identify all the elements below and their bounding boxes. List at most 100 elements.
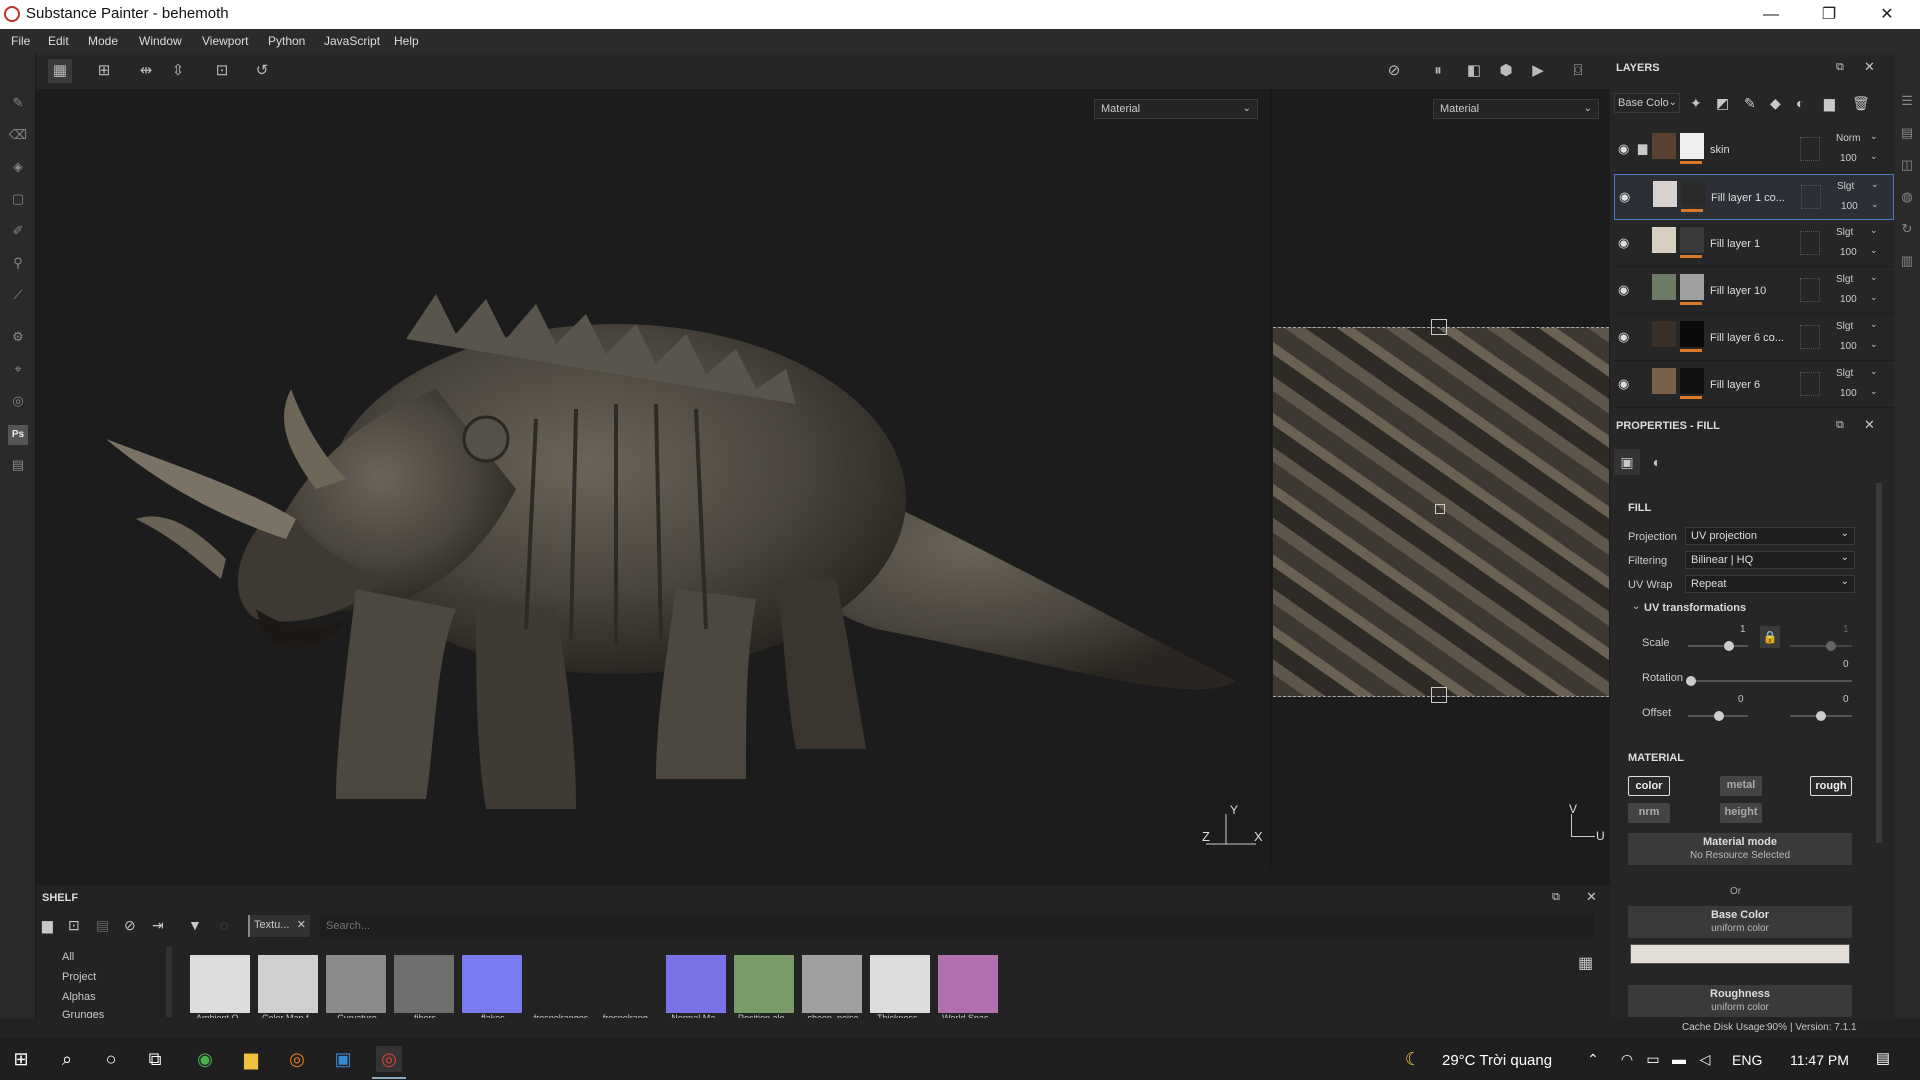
layer-color-thumbnail[interactable]	[1652, 321, 1676, 347]
layer-row[interactable]: ◉ ▆ skin Norm ⌄ 100 ⌄	[1614, 127, 1894, 173]
smudge-icon[interactable]: ✐	[8, 223, 28, 243]
layer-mask-thumbnail[interactable]	[1680, 227, 1704, 253]
layer-blend-mode[interactable]: Slgt	[1836, 227, 1853, 238]
layer-color-thumbnail[interactable]	[1652, 274, 1676, 300]
channel-height-toggle[interactable]: height	[1720, 803, 1762, 823]
battery-icon[interactable]: ▬	[1666, 1046, 1692, 1072]
layer-mask-thumbnail[interactable]	[1680, 321, 1704, 347]
viewport-2d[interactable]: Material ⌄ V U	[1270, 89, 1610, 869]
blend-chevron-icon[interactable]: ⌄	[1870, 319, 1878, 330]
search-icon[interactable]: ⌕	[54, 1046, 80, 1072]
log-dock-icon[interactable]: ▥	[1897, 253, 1917, 273]
blend-chevron-icon[interactable]: ⌄	[1870, 366, 1878, 377]
layer-opacity[interactable]: 100	[1841, 201, 1858, 212]
uvwrap-select[interactable]: Repeat ⌄	[1685, 575, 1855, 593]
layer-name[interactable]: skin	[1710, 144, 1730, 156]
projection-select[interactable]: UV projection ⌄	[1685, 527, 1855, 545]
offset-slider-1[interactable]	[1688, 711, 1748, 721]
rotation-slider[interactable]	[1686, 676, 1852, 686]
layer-blend-mode[interactable]: Slgt	[1837, 181, 1854, 192]
symmetry-icon[interactable]: ⇹	[134, 59, 158, 83]
opacity-chevron-icon[interactable]: ⌄	[1870, 151, 1878, 162]
task-view-icon[interactable]: ⧉	[142, 1046, 168, 1072]
opacity-chevron-icon[interactable]: ⌄	[1871, 199, 1879, 210]
category-alphas[interactable]: Alphas	[62, 991, 96, 1003]
shelf-close-icon[interactable]: ✕	[1586, 889, 1597, 905]
properties-float-icon[interactable]: ⧉	[1836, 419, 1844, 432]
shelf-item[interactable]: fresnelranges	[528, 955, 592, 1018]
blender-icon[interactable]: ◎	[284, 1046, 310, 1072]
eraser-icon[interactable]: ⌫	[8, 127, 28, 147]
shelf-item[interactable]: Ambient O...	[188, 955, 252, 1018]
visibility-eye-icon[interactable]: ◉	[1619, 189, 1630, 205]
grid-view-icon[interactable]: ▦	[1578, 953, 1593, 973]
menu-viewport[interactable]: Viewport	[202, 34, 248, 48]
filtering-select[interactable]: Bilinear | HQ ⌄	[1685, 551, 1855, 569]
layers-dock-icon[interactable]: ☰	[1897, 93, 1917, 113]
offset-slider-1-knob[interactable]	[1714, 711, 1724, 721]
photoshop-export-icon[interactable]: Ps	[8, 425, 28, 445]
weather-moon-icon[interactable]: ☾	[1400, 1046, 1426, 1072]
chrome-icon[interactable]: ◉	[192, 1046, 218, 1072]
save-icon[interactable]: ▤	[96, 917, 109, 934]
layer-mask-slot[interactable]	[1800, 231, 1820, 255]
substance-painter-task-icon[interactable]: ◎	[376, 1046, 402, 1072]
viewport-3d[interactable]: Material ⌄ Y X Z	[36, 89, 1270, 869]
layer-mask-thumbnail[interactable]	[1680, 274, 1704, 300]
language-indicator[interactable]: ENG	[1732, 1052, 1762, 1068]
material-mode-slot[interactable]: Material mode No Resource Selected	[1628, 833, 1852, 865]
filter-tag[interactable]: Textu... ✕	[248, 915, 310, 937]
layer-blend-mode[interactable]: Norm	[1836, 133, 1860, 144]
close-window-button[interactable]: ✕	[1864, 0, 1910, 29]
frame-icon[interactable]: ⊡	[210, 59, 234, 83]
channel-nrm-toggle[interactable]: nrm	[1628, 803, 1670, 823]
symmetry-vertical-icon[interactable]: ⇳	[166, 59, 190, 83]
menu-help[interactable]: Help	[394, 34, 419, 48]
camera-icon[interactable]: ▶	[1526, 59, 1550, 83]
layer-opacity[interactable]: 100	[1840, 294, 1857, 305]
shelf-item[interactable]: Curvature	[324, 955, 388, 1018]
layer-mask-slot[interactable]	[1800, 325, 1820, 349]
screenshot-icon[interactable]: ⌼	[1566, 59, 1590, 83]
layer-mask-slot[interactable]	[1800, 137, 1820, 161]
filter-tag-close-icon[interactable]: ✕	[297, 918, 306, 931]
cortana-icon[interactable]: ○	[98, 1046, 124, 1072]
import-icon[interactable]: ⇥	[152, 917, 164, 934]
texture-set-dock-icon[interactable]: ▤	[1897, 125, 1917, 145]
layer-mask-thumbnail[interactable]	[1681, 181, 1705, 207]
layer-color-thumbnail[interactable]	[1652, 368, 1676, 394]
menu-python[interactable]: Python	[268, 34, 305, 48]
layer-color-thumbnail[interactable]	[1653, 181, 1677, 207]
base-color-slot[interactable]: Base Color uniform color	[1628, 906, 1852, 938]
history-icon[interactable]: ↺	[250, 59, 274, 83]
channel-rough-toggle[interactable]: rough	[1810, 776, 1852, 796]
properties-tab-fill[interactable]: ▣	[1614, 449, 1640, 475]
layer-opacity[interactable]: 100	[1840, 341, 1857, 352]
layer-mask-thumbnail[interactable]	[1680, 133, 1704, 159]
channel-metal-toggle[interactable]: metal	[1720, 776, 1762, 796]
scale-slider-1[interactable]	[1688, 641, 1748, 651]
color-picker-icon[interactable]: ⟋	[8, 287, 28, 307]
tray-chevron-icon[interactable]: ⌃	[1580, 1046, 1606, 1072]
file-explorer-icon[interactable]: ▆	[238, 1046, 264, 1072]
filter-icon[interactable]: ▼	[188, 917, 202, 933]
scale-lock-icon[interactable]: 🔒	[1760, 626, 1780, 648]
cube-icon[interactable]: ⬢	[1494, 59, 1518, 83]
pause-icon[interactable]: ⏸	[1426, 59, 1450, 83]
visibility-eye-icon[interactable]: ◉	[1618, 329, 1629, 345]
shelf-item[interactable]: fibers	[392, 955, 456, 1018]
windows-start-icon[interactable]: ⊞	[8, 1046, 34, 1072]
channel-color-toggle[interactable]: color	[1628, 776, 1670, 796]
shader-dock-icon[interactable]: ◍	[1897, 189, 1917, 209]
properties-tab-material-icon[interactable]: ◐	[1644, 449, 1670, 475]
maximize-button[interactable]: ❐	[1806, 0, 1852, 29]
new-resource-icon[interactable]: ⊡	[68, 917, 80, 934]
base-color-swatch[interactable]	[1630, 944, 1850, 964]
network-icon[interactable]: ▭	[1640, 1046, 1666, 1072]
photos-icon[interactable]: ▣	[330, 1046, 356, 1072]
menu-window[interactable]: Window	[139, 34, 182, 48]
folder-icon[interactable]: ▆	[42, 917, 53, 934]
folder-icon[interactable]: ▆	[1638, 141, 1647, 155]
select-grid-icon[interactable]: ▦	[48, 59, 72, 83]
shelf-item[interactable]: sheen_noise	[800, 955, 864, 1018]
